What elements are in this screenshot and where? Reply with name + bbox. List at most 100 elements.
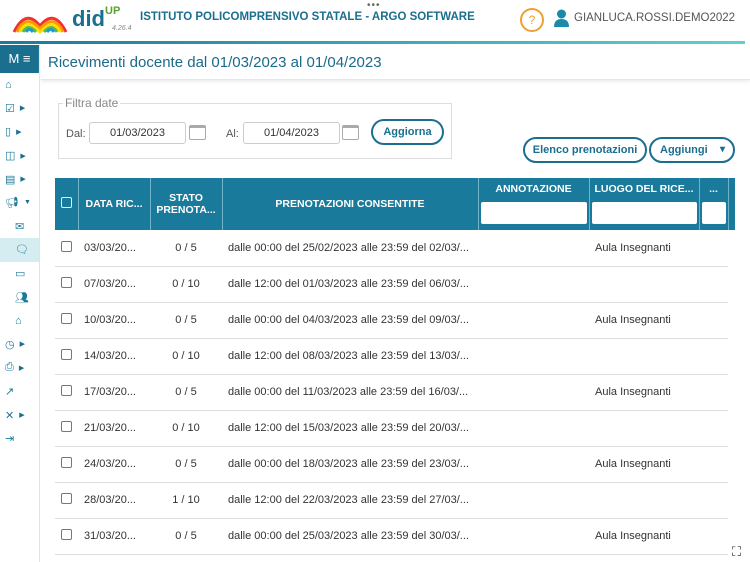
- table-row[interactable]: 07/03/20... 0 / 10 dalle 12:00 del 01/03…: [55, 266, 735, 303]
- table-row[interactable]: 31/03/20... 0 / 5 dalle 00:00 del 25/03/…: [55, 518, 735, 555]
- cell-note: [478, 482, 589, 519]
- sidebar-share[interactable]: ↗: [0, 380, 39, 404]
- sidebar-communications[interactable]: 📢︎ ▼: [0, 191, 39, 215]
- clock-icon: ◷: [5, 338, 15, 351]
- col-place[interactable]: LUOGO DEL RICE...: [589, 178, 700, 230]
- sidebar-registro[interactable]: ☑ ▶: [0, 97, 39, 121]
- sidebar: M ≡ ⌂ ☑ ▶ ▯ ▶ ◫ ▶ ▤ ▶ 📢︎ ▼ ✉ 🗨︎ ▭ 👥︎ ⌂ ◷ ▶ ⎙ ▶ …: [0, 45, 40, 562]
- col-more-label: ...: [709, 183, 718, 195]
- col-allowed[interactable]: PRENOTAZIONI CONSENTITE: [222, 178, 479, 230]
- cell-spacer: [728, 266, 735, 302]
- table-row[interactable]: 24/03/20... 0 / 5 dalle 00:00 del 18/03/…: [55, 446, 735, 483]
- caret-right-icon: ▶: [19, 412, 25, 420]
- cell-more: [699, 518, 728, 555]
- menu-toggle-button[interactable]: M ≡: [0, 45, 39, 73]
- row-checkbox[interactable]: [55, 266, 78, 303]
- col-note[interactable]: ANNOTAZIONE: [478, 178, 590, 230]
- notes-icon: ▭: [15, 268, 26, 281]
- cell-spacer: [728, 446, 735, 482]
- cell-note: [478, 266, 589, 303]
- place-filter-input[interactable]: [591, 202, 697, 224]
- table-row[interactable]: 10/03/20... 0 / 5 dalle 00:00 del 04/03/…: [55, 302, 735, 339]
- table-row[interactable]: 14/03/20... 0 / 10 dalle 12:00 del 08/03…: [55, 338, 735, 375]
- cell-place: [589, 338, 699, 375]
- row-checkbox[interactable]: [55, 302, 78, 339]
- sidebar-ricevimenti[interactable]: 🗨︎: [0, 238, 39, 262]
- fullscreen-icon[interactable]: ⛶: [732, 544, 741, 560]
- row-checkbox[interactable]: [55, 482, 78, 519]
- row-checkbox[interactable]: [55, 374, 78, 411]
- cell-status: 1 / 10: [150, 482, 222, 519]
- cell-note: [478, 230, 589, 267]
- sidebar-logout[interactable]: ⇥: [0, 427, 39, 451]
- cell-date: 31/03/20...: [78, 518, 150, 555]
- user-name[interactable]: GIANLUCA.ROSSI.DEMO2022: [574, 12, 735, 24]
- sidebar-print[interactable]: ⎙ ▶: [0, 356, 39, 380]
- caret-down-icon[interactable]: ▾: [720, 139, 725, 161]
- cell-allowed: dalle 00:00 del 18/03/2023 alle 23:59 de…: [222, 446, 478, 483]
- col-note-label: ANNOTAZIONE: [495, 183, 572, 195]
- sidebar-tools[interactable]: ✕ ▶: [0, 403, 39, 427]
- date-filter-legend: Filtra date: [65, 96, 119, 110]
- cell-more: [699, 374, 728, 411]
- cell-note: [478, 302, 589, 339]
- sidebar-book[interactable]: ◫ ▶: [0, 144, 39, 168]
- cell-spacer: [728, 374, 735, 410]
- sidebar-school[interactable]: ⌂: [0, 309, 39, 333]
- brand-sup: UP: [105, 4, 121, 17]
- row-checkbox[interactable]: [55, 410, 78, 447]
- receptions-table: DATA RIC... STATO PRENOTA... PRENOTAZION…: [55, 178, 735, 555]
- col-more[interactable]: ...: [699, 178, 729, 230]
- book-icon: ◫: [5, 150, 16, 163]
- sidebar-clock[interactable]: ◷ ▶: [0, 333, 39, 357]
- megaphone-icon: 📢︎: [5, 197, 19, 210]
- school-name: ISTITUTO POLICOMPRENSIVO STATALE - ARGO …: [140, 11, 475, 23]
- caret-right-icon: ▶: [19, 341, 25, 349]
- argo-logo-icon: [12, 16, 68, 34]
- more-dots-icon[interactable]: •••: [367, 0, 381, 11]
- sidebar-notes[interactable]: ▭: [0, 262, 39, 286]
- document-icon: ▯: [5, 126, 12, 139]
- cell-place: Aula Insegnanti: [589, 374, 699, 411]
- cell-date: 07/03/20...: [78, 266, 150, 303]
- school-icon: ⌂: [15, 314, 22, 327]
- cell-allowed: dalle 00:00 del 11/03/2023 alle 23:59 de…: [222, 374, 478, 411]
- more-filter-input[interactable]: [701, 202, 726, 224]
- calendar-icon[interactable]: [189, 125, 206, 140]
- from-label: Dal:: [66, 128, 86, 140]
- from-date-input[interactable]: 01/03/2023: [89, 122, 186, 144]
- refresh-button[interactable]: Aggiorna: [371, 119, 444, 145]
- table-row[interactable]: 03/03/20... 0 / 5 dalle 00:00 del 25/02/…: [55, 230, 735, 267]
- sidebar-messages[interactable]: ✉: [0, 215, 39, 239]
- row-checkbox[interactable]: [55, 230, 78, 267]
- cell-allowed: dalle 00:00 del 04/03/2023 alle 23:59 de…: [222, 302, 478, 339]
- table-row[interactable]: 21/03/20... 0 / 10 dalle 12:00 del 15/03…: [55, 410, 735, 447]
- help-button[interactable]: ?: [520, 8, 544, 32]
- logout-icon: ⇥: [5, 433, 15, 446]
- to-label: Al:: [226, 128, 239, 140]
- archive-icon: ▤: [5, 173, 16, 186]
- cell-more: [699, 482, 728, 519]
- row-checkbox[interactable]: [55, 338, 78, 375]
- booking-list-button[interactable]: Elenco prenotazioni: [523, 137, 647, 163]
- table-row[interactable]: 28/03/20... 1 / 10 dalle 12:00 del 22/03…: [55, 482, 735, 519]
- users-icon: 👥︎: [15, 291, 29, 304]
- sidebar-users[interactable]: 👥︎: [0, 285, 39, 309]
- cell-status: 0 / 5: [150, 302, 222, 339]
- top-bar: didUP 4.26.4 ••• ISTITUTO POLICOMPRENSIV…: [0, 0, 750, 42]
- select-all-checkbox[interactable]: [55, 178, 79, 230]
- row-checkbox[interactable]: [55, 446, 78, 483]
- cell-allowed: dalle 12:00 del 15/03/2023 alle 23:59 de…: [222, 410, 478, 447]
- row-checkbox[interactable]: [55, 518, 78, 555]
- add-button[interactable]: Aggiungi ▾: [649, 137, 735, 163]
- col-status[interactable]: STATO PRENOTA...: [150, 178, 223, 230]
- sidebar-home[interactable]: ⌂: [0, 73, 39, 97]
- calendar-icon[interactable]: [342, 125, 359, 140]
- sidebar-archive[interactable]: ▤ ▶: [0, 167, 39, 191]
- col-date[interactable]: DATA RIC...: [78, 178, 151, 230]
- cell-spacer: [728, 482, 735, 518]
- sidebar-documents[interactable]: ▯ ▶: [0, 120, 39, 144]
- table-row[interactable]: 17/03/20... 0 / 5 dalle 00:00 del 11/03/…: [55, 374, 735, 411]
- to-date-input[interactable]: 01/04/2023: [243, 122, 340, 144]
- note-filter-input[interactable]: [480, 202, 587, 224]
